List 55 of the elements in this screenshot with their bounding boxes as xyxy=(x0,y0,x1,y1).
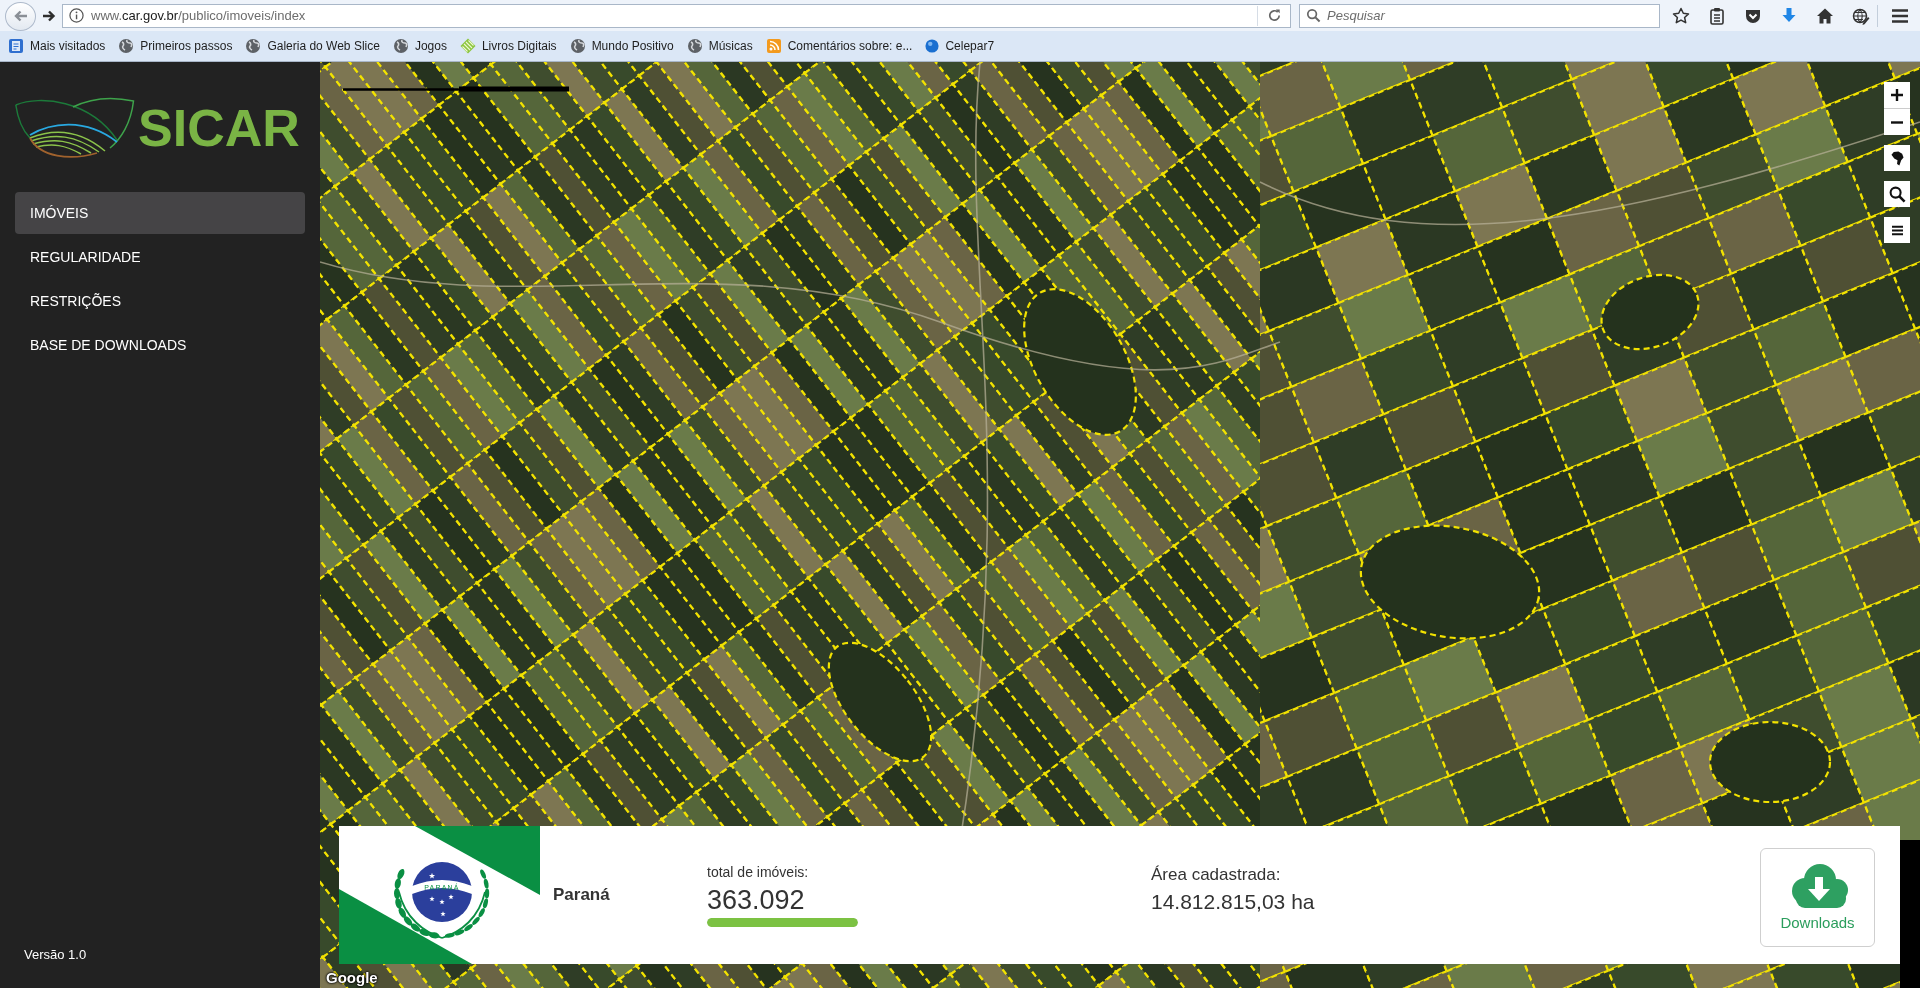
address-field[interactable]: www.car.gov.br/publico/imoveis/index xyxy=(62,3,1291,28)
globe-icon xyxy=(569,38,586,54)
total-value: 363.092 xyxy=(707,883,805,916)
home-icon[interactable] xyxy=(1816,6,1834,25)
logo-text: SICAR xyxy=(138,102,300,154)
search-icon xyxy=(1888,185,1906,203)
menu-icon[interactable] xyxy=(1891,7,1909,24)
globe-pen-icon[interactable] xyxy=(1852,6,1870,25)
bookmark-link[interactable]: Mundo Positivo xyxy=(591,39,674,53)
bookmark-link[interactable]: Galeria do Web Slice xyxy=(267,39,380,53)
zoom-out-button[interactable] xyxy=(1884,108,1910,135)
area-label: Área cadastrada: xyxy=(1151,865,1281,885)
globe-icon xyxy=(686,38,703,54)
nav-item[interactable]: BASE DE DOWNLOADS xyxy=(15,324,305,366)
striped-diamond-icon xyxy=(459,38,476,54)
bookmark-link[interactable]: Mais visitados xyxy=(30,39,106,53)
arrow-right-icon[interactable] xyxy=(42,8,56,23)
version-text: Versão 1.0 xyxy=(23,947,87,962)
globe-icon xyxy=(118,38,135,54)
clipboard-icon[interactable] xyxy=(1708,6,1726,25)
reload-icon[interactable] xyxy=(1266,8,1282,23)
region-button[interactable] xyxy=(1884,145,1910,171)
menu-icon xyxy=(1890,224,1904,236)
zoom-in-button[interactable] xyxy=(1884,82,1910,108)
search-field[interactable]: Pesquisar xyxy=(1299,3,1660,28)
nav-item[interactable]: IMÓVEIS xyxy=(15,192,305,234)
bookmark-link[interactable]: Celepar7 xyxy=(945,39,995,53)
layers-menu-button[interactable] xyxy=(1884,217,1910,243)
minus-icon xyxy=(1890,120,1904,124)
downloads-button[interactable]: Downloads xyxy=(1760,847,1875,947)
bookmark-link[interactable]: Livros Digitais xyxy=(481,39,557,53)
total-label: total de imóveis: xyxy=(707,863,809,880)
nav-item[interactable]: RESTRIÇÕES xyxy=(15,280,305,322)
info-icon[interactable] xyxy=(69,8,84,23)
globe-icon xyxy=(392,38,409,54)
globe-icon xyxy=(245,38,262,54)
area-value: 14.812.815,03 ha xyxy=(1151,889,1315,915)
nav-item[interactable]: REGULARIDADE xyxy=(15,236,305,278)
bookmark-link[interactable]: Primeiros passos xyxy=(140,39,233,53)
scale-bar-icon xyxy=(343,86,569,92)
plus-icon xyxy=(1890,88,1904,102)
bookmark-link[interactable]: Jogos xyxy=(414,39,447,53)
leaf-field-logo-icon xyxy=(15,95,135,161)
region-shape-icon xyxy=(1890,150,1904,166)
star-icon[interactable] xyxy=(1672,6,1690,25)
page-icon xyxy=(8,38,24,54)
back-button[interactable] xyxy=(5,1,36,31)
state-name: Paraná xyxy=(553,885,611,905)
rss-feed-icon xyxy=(765,38,782,54)
bookmark-link[interactable]: Comentários sobre: e... xyxy=(787,39,913,53)
search-icon xyxy=(1306,8,1321,23)
orb-icon xyxy=(925,39,940,53)
bookmark-link[interactable]: Músicas xyxy=(708,39,753,53)
map-search-button[interactable] xyxy=(1884,181,1910,207)
arrow-left-icon xyxy=(12,9,29,23)
